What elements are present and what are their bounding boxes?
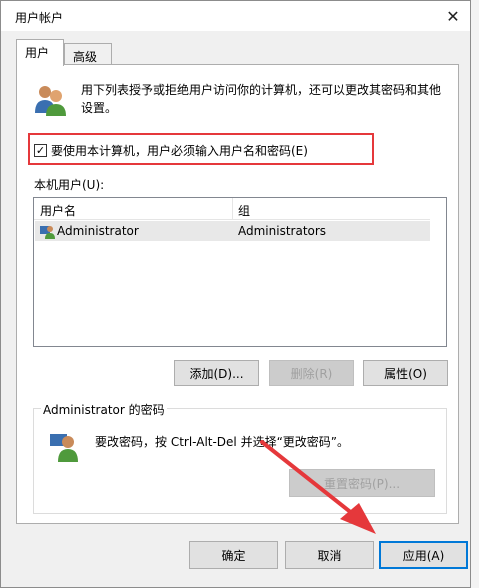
add-user-button[interactable]: 添加(D)... bbox=[174, 360, 259, 386]
properties-button[interactable]: 属性(O) bbox=[363, 360, 448, 386]
window-title: 用户帐户 bbox=[15, 11, 64, 25]
row-username: Administrator bbox=[57, 224, 139, 238]
user-accounts-dialog: 用户帐户 ✕ 用户 高级 用下列表授予或拒绝用户访问你的计算机，还可以更改其密码… bbox=[0, 0, 471, 588]
cancel-button[interactable]: 取消 bbox=[285, 541, 374, 569]
user-icon bbox=[40, 226, 55, 239]
ok-button[interactable]: 确定 bbox=[189, 541, 278, 569]
row-group: Administrators bbox=[238, 224, 327, 238]
column-header-username[interactable]: 用户名 bbox=[40, 202, 76, 219]
table-row[interactable]: Administrator Administrators bbox=[35, 221, 430, 241]
apply-button[interactable]: 应用(A) bbox=[379, 541, 468, 569]
users-tab-panel: 用下列表授予或拒绝用户访问你的计算机，还可以更改其密码和其他设置。 ✓ 要使用本… bbox=[16, 64, 459, 524]
password-instruction: 要改密码，按 Ctrl-Alt-Del 并选择“更改密码”。 bbox=[95, 435, 350, 449]
reset-password-button[interactable]: 重置密码(P)... bbox=[289, 469, 435, 497]
local-users-label: 本机用户(U): bbox=[34, 178, 105, 192]
column-divider[interactable] bbox=[232, 198, 233, 220]
require-login-row[interactable]: ✓ 要使用本计算机，用户必须输入用户名和密码(E) bbox=[34, 142, 308, 159]
title-bar[interactable]: 用户帐户 ✕ bbox=[1, 1, 470, 31]
close-icon[interactable]: ✕ bbox=[442, 5, 464, 27]
remove-user-button[interactable]: 删除(R) bbox=[269, 360, 354, 386]
password-groupbox bbox=[33, 408, 447, 514]
list-header: 用户名 组 bbox=[34, 198, 430, 220]
require-login-label: 要使用本计算机，用户必须输入用户名和密码(E) bbox=[51, 144, 308, 158]
users-icon bbox=[35, 86, 66, 116]
users-list[interactable]: 用户名 组 Administrator Administrators bbox=[33, 197, 447, 347]
column-header-group[interactable]: 组 bbox=[238, 202, 250, 219]
tab-users[interactable]: 用户 bbox=[16, 39, 64, 66]
user-key-icon bbox=[50, 434, 78, 462]
password-group-title: Administrator 的密码 bbox=[41, 401, 167, 418]
intro-text: 用下列表授予或拒绝用户访问你的计算机，还可以更改其密码和其他设置。 bbox=[81, 83, 442, 115]
require-login-checkbox[interactable]: ✓ bbox=[34, 144, 47, 157]
tab-advanced[interactable]: 高级 bbox=[64, 43, 112, 65]
